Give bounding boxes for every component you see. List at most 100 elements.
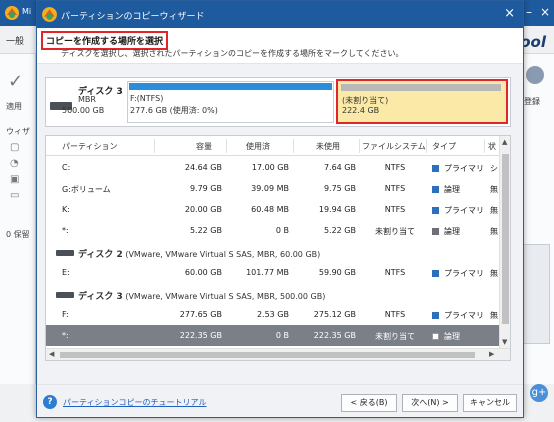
cell-status: 無 xyxy=(490,206,498,215)
partition-block-unallocated[interactable]: (未割り当て) 222.4 GB xyxy=(336,79,508,124)
cell-used: 0 B xyxy=(275,226,289,235)
help-icon[interactable]: ? xyxy=(43,395,57,409)
app-left-panel: ✓ 適用 ウィザ ▢ ◔ ▣ ▭ 0 保留 xyxy=(0,54,36,384)
cell-used: 2.53 GB xyxy=(256,310,289,319)
cell-filesystem: NTFS xyxy=(384,205,406,214)
col-filesystem[interactable]: ファイルシステム xyxy=(362,141,426,152)
cell-capacity: 5.22 GB xyxy=(189,226,222,235)
cancel-button[interactable]: キャンセル xyxy=(463,394,517,412)
cell-partition: F: xyxy=(62,310,69,319)
col-capacity[interactable]: 容量 xyxy=(196,141,212,152)
cell-partition: G:ボリューム xyxy=(62,185,111,194)
dialog-footer: ? パーティションコピーのチュートリアル < 戻る(B) 次へ(N) > キャン… xyxy=(37,384,523,417)
disk-row[interactable]: ディスク 2 (VMware, VMware Virtual S SAS, MB… xyxy=(46,241,500,262)
back-button[interactable]: < 戻る(B) xyxy=(341,394,397,412)
register-label[interactable]: 登録 xyxy=(524,96,540,107)
cell-partition: C: xyxy=(62,163,71,172)
copy-partition-dialog: パーティションのコピーウィザード × コピーを作成する場所を選択 ディスクを選択… xyxy=(36,0,524,418)
dialog-header: コピーを作成する場所を選択 ディスクを選択し、選択されたパーティションのコピーを… xyxy=(37,28,523,64)
scroll-down-icon[interactable]: ▼ xyxy=(502,338,507,346)
dialog-titlebar: パーティションのコピーウィザード × xyxy=(37,1,523,28)
cell-used: 39.09 MB xyxy=(251,184,289,193)
cell-type: プライマリ xyxy=(444,164,484,173)
tutorial-link[interactable]: パーティションコピーのチュートリアル xyxy=(63,397,206,408)
cell-free: 275.12 GB xyxy=(313,310,356,319)
cell-free: 9.75 GB xyxy=(323,184,356,193)
brand-logo: ool xyxy=(520,33,546,51)
table-row[interactable]: F: 277.65 GB 2.53 GB 275.12 GB NTFS プライマリ無 xyxy=(46,304,500,325)
table-row[interactable]: *: 222.35 GB 0 B 222.35 GB 未割り当て 論理 xyxy=(46,325,500,346)
disk-size: 500.00 GB xyxy=(62,106,105,115)
cell-partition: K: xyxy=(62,205,70,214)
cell-filesystem: NTFS xyxy=(384,184,406,193)
table-row[interactable]: *: 5.22 GB 0 B 5.22 GB 未割り当て 論理 無 xyxy=(46,220,500,241)
col-type[interactable]: タイプ xyxy=(432,141,456,152)
table-row[interactable]: C: 24.64 GB 17.00 GB 7.64 GB NTFS プライマリシ xyxy=(46,157,500,178)
app-logo-icon xyxy=(42,7,57,22)
cell-free: 7.64 GB xyxy=(323,163,356,172)
user-icon[interactable] xyxy=(526,66,544,84)
cell-used: 17.00 GB xyxy=(251,163,289,172)
scroll-right-icon[interactable]: ▶ xyxy=(489,350,494,358)
wizard-item-icon[interactable]: ▢ xyxy=(10,142,19,153)
scrollbar-thumb[interactable] xyxy=(60,352,475,358)
google-plus-icon[interactable]: g+ xyxy=(530,384,548,402)
wizard-label: ウィザ xyxy=(6,127,30,136)
cell-partition: *: xyxy=(62,226,69,235)
table-row[interactable]: G:ボリューム 9.79 GB 39.09 MB 9.75 GB NTFS 論理 無 xyxy=(46,178,500,199)
disk-row[interactable]: ディスク 3 (VMware, VMware Virtual S SAS, MB… xyxy=(46,283,500,304)
partition-type-icon xyxy=(432,333,439,340)
cell-status: 無 xyxy=(490,269,498,278)
cell-filesystem: 未割り当て xyxy=(375,227,415,236)
cell-filesystem: 未割り当て xyxy=(375,332,415,341)
partition-detail: 277.6 GB (使用済: 0%) xyxy=(130,106,218,115)
partition-type-icon xyxy=(432,312,439,319)
cell-status: 無 xyxy=(490,227,498,236)
disk-drive-icon xyxy=(56,292,74,298)
col-partition[interactable]: パーティション xyxy=(62,141,118,152)
step-subtitle: ディスクを選択し、選択されたパーティションのコピーを作成する場所をマークしてくだ… xyxy=(61,49,404,58)
scroll-left-icon[interactable]: ◀ xyxy=(49,350,54,358)
wizard-item-icon[interactable]: ◔ xyxy=(10,158,19,169)
cell-type: 論理 xyxy=(444,332,460,341)
apply-check-icon[interactable]: ✓ xyxy=(8,71,23,92)
disk-map-label[interactable]: ディスク 3 MBR 500.00 GB xyxy=(50,84,126,124)
partition-detail: 222.4 GB xyxy=(342,106,380,115)
table-row[interactable]: K: 20.00 GB 60.48 MB 19.94 GB NTFS プライマリ無 xyxy=(46,199,500,220)
cell-filesystem: NTFS xyxy=(384,310,406,319)
cell-capacity: 277.65 GB xyxy=(179,310,222,319)
cell-type: プライマリ xyxy=(444,311,484,320)
cell-type: 論理 xyxy=(444,227,460,236)
close-icon[interactable]: × xyxy=(504,6,515,21)
partition-usage-bar xyxy=(129,83,332,90)
partition-type-icon xyxy=(432,186,439,193)
scroll-up-icon[interactable]: ▲ xyxy=(502,138,507,146)
cell-type: 論理 xyxy=(444,185,460,194)
minimize-icon[interactable]: – xyxy=(526,5,532,19)
partition-type-icon xyxy=(432,207,439,214)
dialog-body: ディスク 3 MBR 500.00 GB F:(NTFS) 277.6 GB (… xyxy=(37,64,523,384)
next-button[interactable]: 次へ(N) > xyxy=(402,394,458,412)
vertical-scrollbar[interactable]: ▲ ▼ xyxy=(499,136,510,349)
cell-filesystem: NTFS xyxy=(384,163,406,172)
partition-label: F:(NTFS) xyxy=(130,94,164,103)
tab-general[interactable]: 一般 xyxy=(6,34,24,47)
disk-description: (VMware, VMware Virtual S SAS, MBR, 60.0… xyxy=(125,250,321,259)
disk-name: ディスク 2 xyxy=(78,250,123,260)
col-used[interactable]: 使用済 xyxy=(246,141,270,152)
partition-usage-bar xyxy=(341,84,501,91)
cell-used: 60.48 MB xyxy=(251,205,289,214)
cell-free: 5.22 GB xyxy=(323,226,356,235)
scrollbar-thumb[interactable] xyxy=(502,154,509,324)
horizontal-scrollbar[interactable]: ◀ ▶ xyxy=(46,348,510,360)
wizard-item-icon[interactable]: ▭ xyxy=(10,190,19,201)
wizard-item-icon[interactable]: ▣ xyxy=(10,174,19,185)
cell-partition: E: xyxy=(62,268,70,277)
cell-partition: *: xyxy=(62,331,69,340)
partition-type-icon xyxy=(432,270,439,277)
col-status[interactable]: 状 xyxy=(488,141,496,152)
col-free[interactable]: 未使用 xyxy=(316,141,340,152)
close-icon[interactable]: × xyxy=(540,5,550,19)
partition-block-f[interactable]: F:(NTFS) 277.6 GB (使用済: 0%) xyxy=(127,81,334,123)
table-row[interactable]: E: 60.00 GB 101.77 MB 59.90 GB NTFS プライマリ無 xyxy=(46,262,500,283)
